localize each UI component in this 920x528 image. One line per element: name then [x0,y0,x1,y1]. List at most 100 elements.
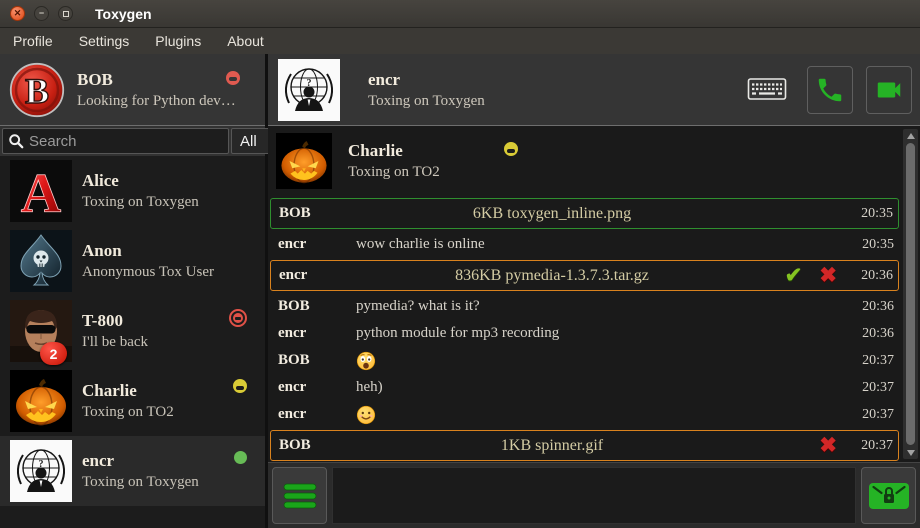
unread-count-badge: 2 [40,342,67,365]
peer-avatar [278,59,340,121]
phone-icon [815,75,845,105]
online-status-icon [234,451,247,464]
encrypted-send-icon [866,479,912,513]
contact-row-alice[interactable]: Alice Toxing on Toxygen [0,156,265,226]
self-status-message: Looking for Python dev… [77,93,236,110]
maximize-icon [63,11,69,17]
peer-header: encr Toxing on Toxygen [268,54,920,126]
message-time: 20:37 [850,380,894,396]
message-text [356,351,850,371]
contact-row-t800[interactable]: T-800 I'll be back 2 [0,296,265,366]
anon-avatar [10,230,72,292]
file-name: 1KB spinner.gif [357,437,747,455]
self-name: BOB [77,70,236,90]
message-row: encr heh) 20:37 [270,374,899,401]
contact-name: Alice [82,171,199,191]
contact-row-charlie[interactable]: Charlie Toxing on TO2 [0,366,265,436]
self-profile-header[interactable]: BOB Looking for Python dev… [0,54,265,126]
message-time: 20:37 [849,438,893,454]
encr-avatar [10,440,72,502]
contact-row-anon[interactable]: Anon Anonymous Tox User [0,226,265,296]
file-name: 6KB toxygen_inline.png [357,205,747,223]
busy-status-icon [229,309,247,327]
self-avatar [9,62,65,118]
arrow-down-icon [907,450,915,456]
contact-row-encr[interactable]: encr Toxing on Toxygen [0,436,265,506]
scroll-up-button[interactable] [903,129,918,142]
charlie-avatar [10,370,72,432]
search-icon [8,133,24,149]
card-status-message: Toxing on TO2 [348,164,440,181]
window-close-button[interactable]: ✕ [10,6,25,21]
main-area: BOB Looking for Python dev… All Alice To… [0,54,920,528]
search-box[interactable] [2,128,229,154]
message-text: heh) [356,379,850,396]
smiling-face-emoji-icon [356,405,376,425]
window-minimize-button[interactable]: − [34,6,49,21]
left-panel: BOB Looking for Python dev… All Alice To… [0,54,268,528]
video-camera-icon [874,75,904,105]
message-time: 20:36 [850,326,894,342]
file-name: 836KB pymedia-1.3.7.3.tar.gz [357,267,747,285]
peer-name: encr [368,70,485,90]
audio-call-button[interactable] [807,66,853,114]
message-text [356,405,850,425]
hamburger-menu-icon [282,481,318,511]
message-input[interactable] [332,467,856,524]
keyboard-icon [747,76,787,102]
charlie-avatar [276,133,332,189]
message-menu-button[interactable] [272,467,327,524]
contact-name: T-800 [82,311,148,331]
message-time: 20:37 [850,353,894,369]
window-maximize-button[interactable] [58,6,73,21]
message-text: python module for mp3 recording [356,325,850,342]
message-time: 20:37 [850,407,894,423]
chat-panel: encr Toxing on Toxygen Charlie Toxing on… [268,54,920,528]
title-bar: ✕ − Toxygen [0,0,920,28]
menu-profile[interactable]: Profile [0,28,66,54]
screen-keyboard-button[interactable] [747,76,787,104]
card-info: Charlie Toxing on TO2 [348,141,440,181]
message-row: encr python module for mp3 recording 20:… [270,320,899,347]
peer-info: encr Toxing on Toxygen [368,70,485,110]
send-message-button[interactable] [861,467,916,524]
scroll-down-button[interactable] [903,446,918,459]
window-title: Toxygen [95,6,152,22]
shocked-face-emoji-icon [356,351,376,371]
message-time: 20:36 [849,268,893,284]
message-sender: BOB [278,352,356,369]
decline-transfer-button[interactable]: ✖ [819,435,837,456]
message-sender: BOB [278,298,356,315]
file-transfer-row[interactable]: BOB 1KB spinner.gif ✖ 20:37 [270,430,899,461]
away-status-icon [233,379,247,393]
video-call-button[interactable] [866,66,912,114]
accept-transfer-button[interactable]: ✔ [785,265,803,286]
away-status-icon [504,142,518,156]
menu-plugins[interactable]: Plugins [142,28,214,54]
message-time: 20:36 [850,299,894,315]
message-sender: BOB [279,205,357,222]
message-sender: encr [278,379,356,396]
message-time: 20:35 [850,237,894,253]
decline-transfer-button[interactable]: ✖ [819,265,837,286]
peer-status-message: Toxing on Toxygen [368,93,485,110]
menu-settings[interactable]: Settings [66,28,143,54]
search-input[interactable] [29,133,228,150]
menu-bar: Profile Settings Plugins About [0,28,920,54]
arrow-up-icon [907,133,915,139]
file-transfer-row[interactable]: encr 836KB pymedia-1.3.7.3.tar.gz ✔ ✖ 20… [270,260,899,291]
transfer-actions: ✔ ✖ [747,265,849,286]
file-transfer-row[interactable]: BOB 6KB toxygen_inline.png 20:35 [270,198,899,229]
menu-about[interactable]: About [214,28,277,54]
message-row: BOB 20:37 [270,347,899,374]
message-sender: encr [278,236,356,253]
scrollbar-thumb[interactable] [906,143,915,445]
contact-list: Alice Toxing on Toxygen Anon Anonymous T… [0,156,265,528]
message-sender: encr [279,267,357,284]
busy-status-icon[interactable] [226,71,240,85]
message-row: encr wow charlie is online 20:35 [270,231,899,258]
alice-avatar [10,160,72,222]
chat-scrollbar[interactable] [903,129,918,459]
charlie-contact-card[interactable]: Charlie Toxing on TO2 [276,132,899,190]
contact-status-message: Toxing on TO2 [82,404,174,421]
